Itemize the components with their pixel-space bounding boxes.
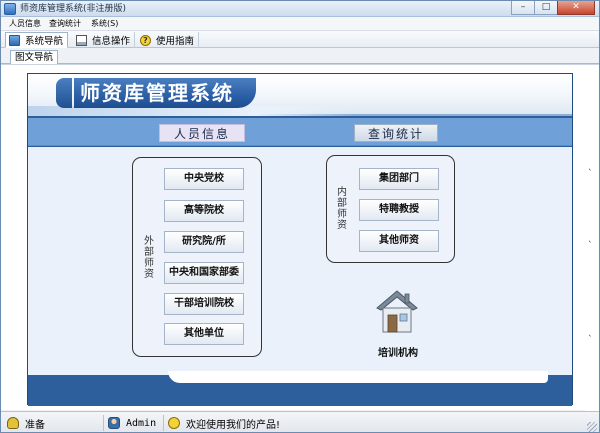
external-faculty-group: 外部师资 中央党校 高等院校 研究院/所 中央和国家部委 干部培训院校 其他单位	[132, 157, 262, 357]
status-ready-pane: 准备	[7, 415, 101, 431]
status-welcome-pane: 欢迎使用我们的产品!	[163, 415, 463, 431]
menu-item-person-info[interactable]: 人员信息	[6, 18, 44, 30]
window-title: 师资库管理系统(非注册版)	[20, 4, 127, 14]
panel-footer	[28, 371, 572, 406]
universities-button[interactable]: 高等院校	[164, 200, 244, 222]
tab-label: 信息操作	[92, 36, 131, 47]
other-faculty-button[interactable]: 其他师资	[359, 230, 439, 252]
category-bar: 人员信息 查询统计	[28, 118, 572, 146]
status-user-pane: Admin	[103, 415, 161, 431]
tab-label: 使用指南	[156, 36, 195, 47]
header-cap	[56, 78, 72, 108]
resize-grip[interactable]	[587, 422, 597, 432]
app-window: 师资库管理系统(非注册版) – □ ✕ 人员信息 查询统计 系统(S) 系统导航…	[0, 0, 600, 433]
maximize-button[interactable]: □	[534, 1, 558, 15]
panel-header: 师资库管理系统	[28, 74, 572, 116]
tab-info-operation[interactable]: 信息操作	[73, 32, 136, 48]
internal-faculty-label: 内部师资	[337, 187, 347, 231]
menu-item-system[interactable]: 系统(S)	[88, 18, 121, 30]
app-icon	[4, 3, 16, 15]
toolbar: 系统导航 信息操作 ? 使用指南	[1, 31, 599, 48]
group-departments-button[interactable]: 集团部门	[359, 168, 439, 190]
user-icon	[108, 417, 120, 429]
cadre-training-schools-button[interactable]: 干部培训院校	[164, 293, 244, 315]
side-mark: `	[588, 169, 593, 179]
right-scroll-strip[interactable]: ` ` `	[585, 65, 599, 411]
research-institutes-button[interactable]: 研究院/所	[164, 231, 244, 253]
tab-system-navigation[interactable]: 系统导航	[5, 32, 69, 48]
footer-curve	[168, 371, 548, 383]
help-icon: ?	[140, 34, 151, 46]
navigation-body: 外部师资 中央党校 高等院校 研究院/所 中央和国家部委 干部培训院校 其他单位…	[28, 147, 572, 375]
minimize-button[interactable]: –	[511, 1, 535, 15]
window-controls: – □ ✕	[511, 1, 595, 16]
distinguished-professors-button[interactable]: 特聘教授	[359, 199, 439, 221]
house-icon[interactable]	[375, 288, 419, 336]
external-faculty-label: 外部师资	[144, 236, 154, 280]
training-institution-label[interactable]: 培训机构	[376, 344, 420, 359]
status-bar: 准备 Admin 欢迎使用我们的产品!	[1, 411, 599, 432]
smiley-icon	[168, 417, 180, 429]
subtab-bar: 图文导航	[1, 48, 599, 65]
tab-label: 系统导航	[25, 36, 64, 47]
side-mark: `	[588, 335, 593, 345]
other-units-button[interactable]: 其他单位	[164, 323, 244, 345]
status-user-text: Admin	[126, 417, 157, 429]
navigation-icon	[9, 34, 20, 46]
title-bar[interactable]: 师资库管理系统(非注册版) – □ ✕	[1, 1, 599, 17]
content-area: 师资库管理系统 人员信息 查询统计 外部师资 中央党校 高等院校 研究院/所 中…	[1, 64, 599, 411]
category-query-stats-button[interactable]: 查询统计	[354, 124, 438, 142]
internal-faculty-group: 内部师资 集团部门 特聘教授 其他师资	[326, 155, 455, 263]
page-title: 师资库管理系统	[74, 78, 256, 108]
menu-item-query-stats[interactable]: 查询统计	[46, 18, 84, 30]
category-person-info-button[interactable]: 人员信息	[159, 124, 245, 142]
info-icon	[76, 34, 87, 46]
navigation-panel: 师资库管理系统 人员信息 查询统计 外部师资 中央党校 高等院校 研究院/所 中…	[27, 73, 573, 406]
central-ministries-button[interactable]: 中央和国家部委	[164, 262, 244, 284]
ready-icon	[7, 417, 19, 429]
close-button[interactable]: ✕	[557, 1, 595, 15]
menu-bar: 人员信息 查询统计 系统(S)	[1, 17, 599, 31]
status-welcome-text: 欢迎使用我们的产品!	[186, 419, 281, 431]
status-ready-text: 准备	[25, 419, 45, 431]
tab-user-guide[interactable]: ? 使用指南	[137, 32, 200, 48]
tab-graphic-navigation[interactable]: 图文导航	[10, 50, 59, 65]
central-party-school-button[interactable]: 中央党校	[164, 168, 244, 190]
side-mark: `	[588, 241, 593, 251]
